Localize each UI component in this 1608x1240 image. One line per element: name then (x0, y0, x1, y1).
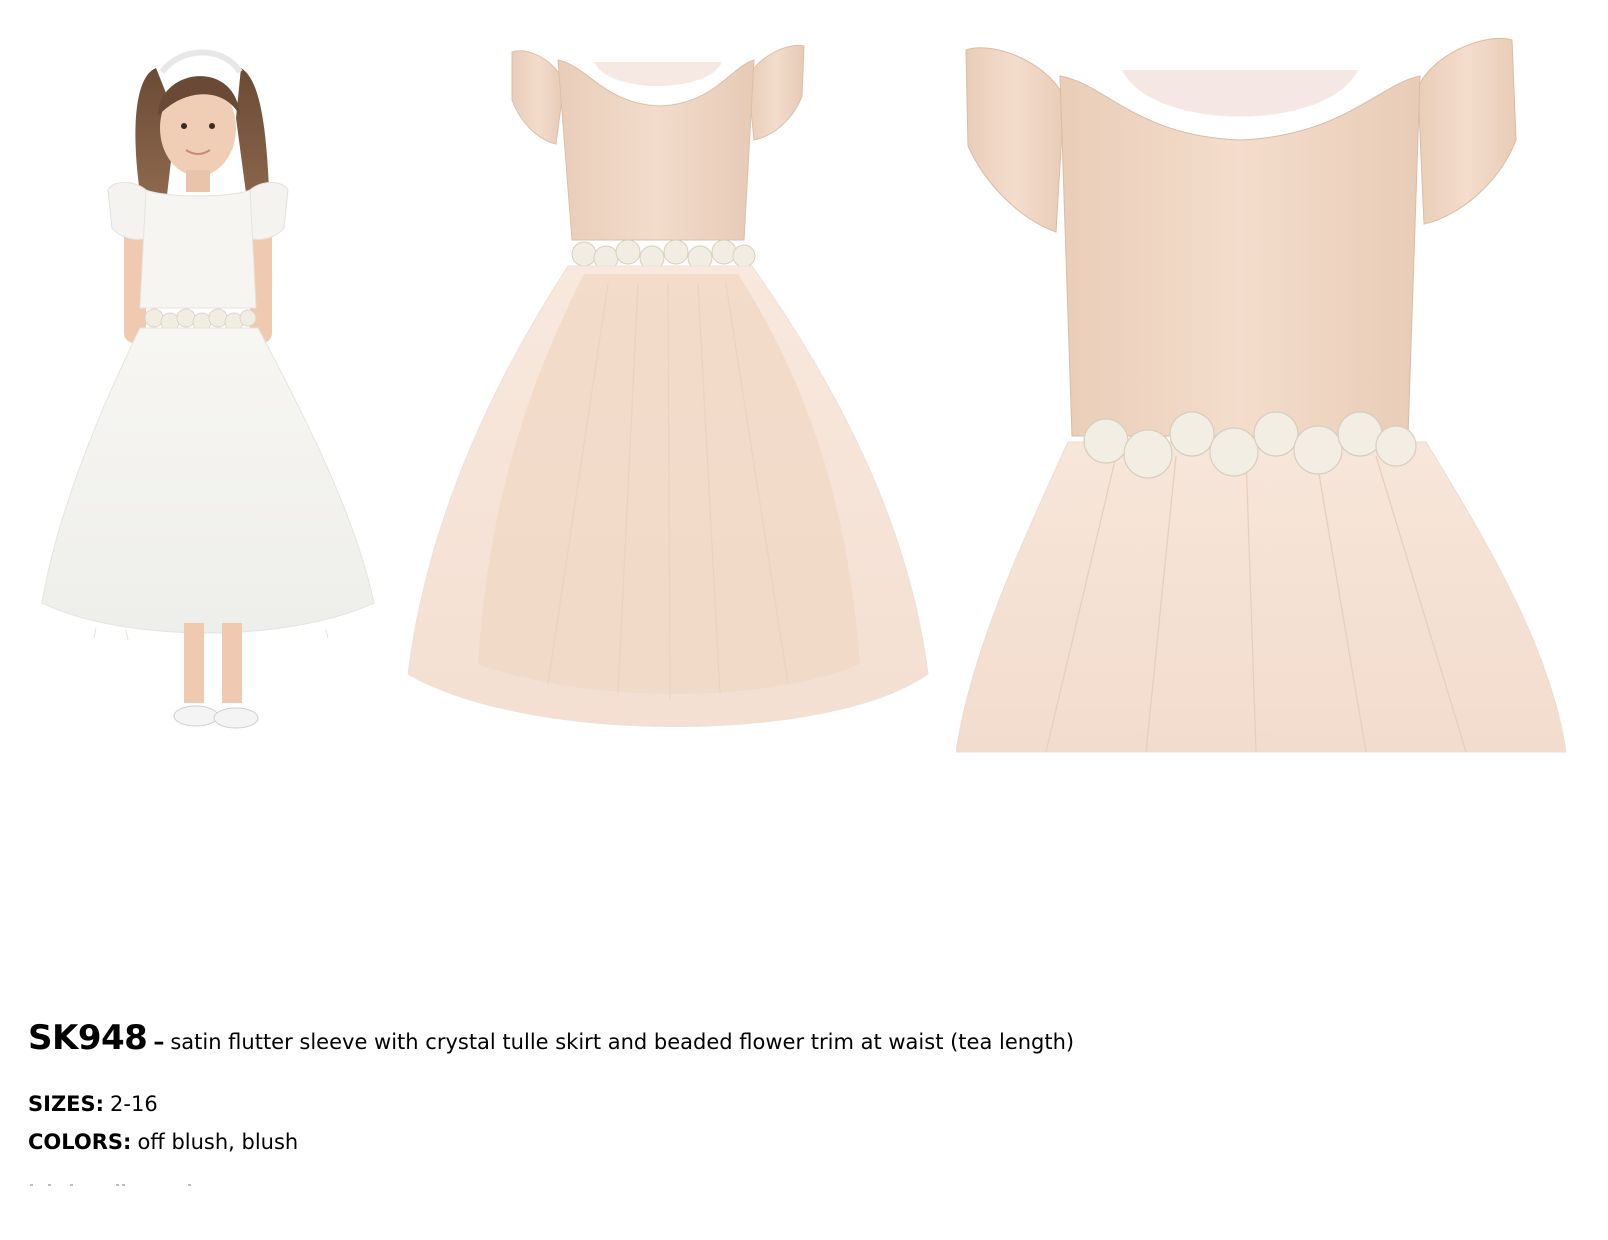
sizes-value: 2-16 (110, 1092, 158, 1116)
product-sku: SK948 (28, 1018, 148, 1058)
sizes-line: SIZES: 2-16 (28, 1092, 158, 1116)
sizes-label: SIZES: (28, 1092, 105, 1116)
faded-text-remnant (30, 1182, 200, 1188)
dress-closeup-illustration (956, 38, 1567, 753)
colors-label: COLORS: (28, 1130, 132, 1154)
dress-front-illustration (408, 44, 929, 727)
colors-line: COLORS: off blush, blush (28, 1130, 298, 1154)
colors-value: off blush, blush (137, 1130, 299, 1154)
product-description: satin flutter sleeve with crystal tulle … (170, 1030, 1075, 1054)
product-photo-model (36, 38, 384, 764)
product-photo-closeup (956, 36, 1582, 774)
product-photo-front (408, 44, 948, 760)
model-dress-illustration (41, 49, 375, 729)
caption-separator: – (153, 1030, 165, 1055)
product-caption: SK948– satin flutter sleeve with crystal … (28, 1018, 1528, 1058)
